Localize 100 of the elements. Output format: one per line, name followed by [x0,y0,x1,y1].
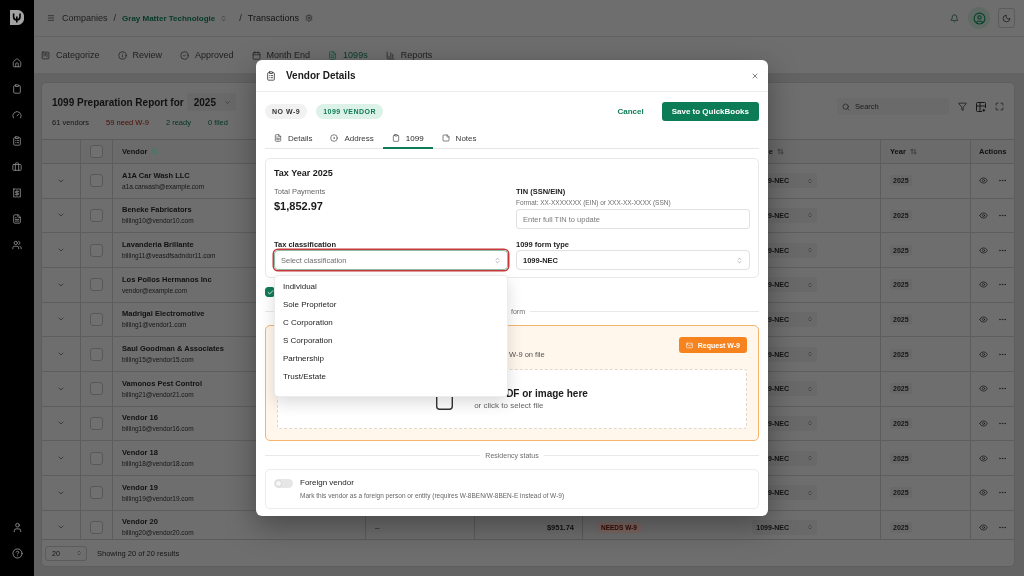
gauge-icon[interactable] [12,110,22,120]
info-icon [117,50,127,60]
clipboard-icon[interactable] [12,84,22,94]
breadcrumb-link[interactable]: Companies [62,13,108,23]
nav-tab[interactable]: Review [117,50,163,60]
chevrons-icon [494,256,501,264]
breadcrumb-separator: / [239,13,242,23]
dropdown-option[interactable]: Sole Proprietor [275,295,507,313]
dropdown-option[interactable]: Individual [275,277,507,295]
chevrons-icon [807,420,813,427]
help-icon[interactable] [11,547,23,559]
checkbox[interactable] [265,287,275,297]
checkbox[interactable] [90,312,103,326]
eye-icon[interactable] [979,176,988,186]
chevrons-icon [807,351,813,358]
chevrons-icon [807,212,813,219]
menu-icon[interactable] [47,14,55,22]
chevrons-icon [807,316,813,323]
bar-chart-icon [385,50,395,60]
tab[interactable]: Details [265,129,322,149]
clipboard-list-icon[interactable] [12,136,22,146]
tab[interactable]: Address [321,129,383,149]
dropdown-option[interactable]: Partnership [275,349,507,367]
mail-icon [685,341,693,349]
checkbox[interactable] [90,451,103,465]
briefcase-icon[interactable] [12,162,22,172]
eye-icon[interactable] [979,349,988,359]
checkbox[interactable] [90,243,103,257]
eye-icon[interactable] [979,211,988,220]
close-icon[interactable] [751,71,759,80]
eye-icon[interactable] [979,418,988,428]
year-select[interactable]: 2025 [186,93,236,111]
save-button[interactable]: Save to QuickBooks [661,101,759,121]
theme-toggle-button[interactable] [998,8,1015,28]
chevrons-icon [736,256,743,264]
receipt-icon[interactable] [12,188,22,198]
toggle-switch[interactable] [274,479,293,488]
sort-icon[interactable] [909,148,917,155]
users-icon[interactable] [12,240,22,250]
eye-icon[interactable] [979,453,988,463]
nav-tab[interactable]: 1099s [328,50,368,60]
empty-value: – [375,522,380,532]
note-icon [441,134,450,142]
total-amount: $1,852.97 [274,199,324,213]
chevrons-icon [807,281,813,288]
eye-icon[interactable] [979,280,988,290]
user-icon[interactable] [11,521,23,533]
nav-tab[interactable]: Approved [180,50,234,60]
document-icon [328,50,338,60]
filter-icon[interactable] [958,102,967,111]
calendar-icon [251,50,261,60]
tab[interactable]: Notes [432,129,486,149]
checkbox[interactable] [90,486,103,500]
checkbox[interactable] [90,145,103,158]
checkbox[interactable] [90,278,103,292]
checkbox[interactable] [90,520,103,534]
sort-icon[interactable] [777,148,784,155]
chevrons-icon [807,489,813,496]
bell-icon[interactable] [950,13,959,23]
checkbox[interactable] [90,174,103,188]
eye-icon[interactable] [979,384,988,394]
dropdown-option[interactable]: C Corporation [275,313,507,331]
tab[interactable]: 1099 [382,129,433,149]
user-avatar-icon[interactable] [968,7,990,29]
frame-icon [436,396,454,410]
eye-icon[interactable] [979,488,988,498]
chevrons-icon [807,524,813,531]
nav-tab[interactable]: Month End [251,50,311,60]
nav-tab[interactable]: Categorize [41,50,100,60]
logo-icon[interactable] [10,10,24,25]
check-circle-icon [180,50,190,60]
gear-icon[interactable] [304,14,313,22]
more-icon[interactable] [998,211,1007,220]
checkbox[interactable] [90,209,103,222]
chevrons-icon [807,247,813,254]
chevrons-icon [807,385,813,392]
eye-icon[interactable] [979,245,988,255]
toggle-label: Foreign vendor [300,478,355,488]
eye-icon[interactable] [979,522,988,532]
drop-hint: or click to select file [474,400,545,411]
chevrons-icon[interactable] [220,14,228,22]
dropdown-option[interactable]: Trust/Estate [275,367,507,385]
checkbox[interactable] [90,382,103,396]
dropdown-option[interactable]: S Corporation [275,331,507,349]
expand-icon[interactable] [995,102,1004,111]
home-icon[interactable] [12,58,22,68]
breadcrumb-link[interactable]: Gray Matter Technologie [122,13,216,23]
clipboard-list-icon [266,70,276,81]
grid-plus-icon[interactable] [976,101,986,112]
clipboard-icon [391,134,400,142]
moon-icon [1002,13,1011,23]
chevron-down-icon [223,98,231,106]
target-icon [330,134,339,142]
eye-icon[interactable] [979,314,988,324]
chevrons-icon [76,550,82,556]
document-icon[interactable] [12,214,22,224]
nav-tab[interactable]: Reports [385,50,433,60]
cancel-button[interactable]: Cancel [617,106,644,116]
checkbox[interactable] [90,416,103,430]
checkbox[interactable] [90,347,103,361]
